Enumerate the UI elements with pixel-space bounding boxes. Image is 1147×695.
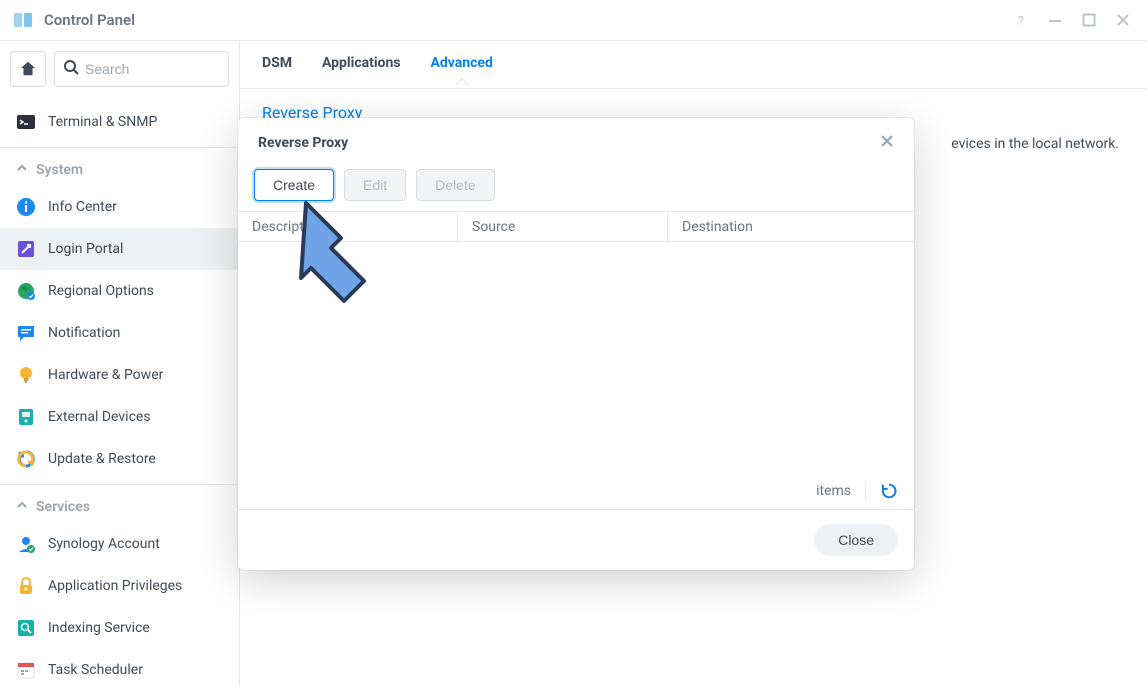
calendar-icon (16, 660, 36, 680)
delete-button[interactable]: Delete (416, 169, 494, 201)
portal-icon (16, 239, 36, 259)
sidebar-item-label: Task Scheduler (48, 662, 143, 678)
device-icon (16, 407, 36, 427)
svg-text:?: ? (1018, 13, 1024, 27)
update-icon (16, 449, 36, 469)
chat-icon (16, 323, 36, 343)
sidebar-item-hardware-power[interactable]: Hardware & Power (0, 354, 239, 396)
bulb-icon (16, 365, 36, 385)
search-input[interactable] (85, 61, 220, 77)
sidebar-item-synology-account[interactable]: Synology Account (0, 523, 239, 565)
sidebar-item-label: Synology Account (48, 536, 160, 552)
sidebar-item-regional-options[interactable]: Regional Options (0, 270, 239, 312)
index-icon (16, 618, 36, 638)
group-label: System (36, 162, 83, 178)
create-button[interactable]: Create (254, 169, 334, 201)
sidebar-item-label: Hardware & Power (48, 367, 163, 383)
tab-dsm[interactable]: DSM (262, 41, 292, 88)
refresh-icon[interactable] (880, 482, 898, 500)
home-button[interactable] (10, 51, 46, 87)
table-items-label: items (816, 483, 851, 499)
search-icon (63, 59, 79, 79)
dialog-close-icon[interactable] (880, 132, 894, 153)
sidebar-item-label: Application Privileges (48, 578, 182, 594)
minimize-icon[interactable] (1043, 8, 1067, 32)
account-icon (16, 534, 36, 554)
sidebar-item-application-privileges[interactable]: Application Privileges (0, 565, 239, 607)
chevron-up-icon (16, 499, 28, 515)
group-services-header[interactable]: Services (0, 489, 239, 523)
app-icon (12, 9, 34, 31)
window-titlebar: Control Panel ? (0, 0, 1147, 40)
close-button[interactable]: Close (814, 524, 898, 556)
sidebar-item-label: Login Portal (48, 241, 123, 257)
sidebar-item-label: Info Center (48, 199, 117, 215)
chevron-up-icon (16, 162, 28, 178)
search-input-wrap[interactable] (54, 51, 229, 87)
maximize-icon[interactable] (1077, 8, 1101, 32)
sidebar-item-label: Indexing Service (48, 620, 150, 636)
sidebar-item-label: Regional Options (48, 283, 154, 299)
sidebar-item-indexing-service[interactable]: Indexing Service (0, 607, 239, 649)
help-icon[interactable]: ? (1009, 8, 1033, 32)
sidebar-item-task-scheduler[interactable]: Task Scheduler (0, 649, 239, 691)
sidebar-item-update-restore[interactable]: Update & Restore (0, 438, 239, 480)
sidebar-item-notification[interactable]: Notification (0, 312, 239, 354)
sidebar-item-terminal-snmp[interactable]: Terminal & SNMP (0, 101, 239, 143)
column-header-source[interactable]: Source (458, 212, 668, 241)
close-icon[interactable] (1111, 8, 1135, 32)
sidebar-item-login-portal[interactable]: Login Portal (0, 228, 239, 270)
tab-advanced[interactable]: Advanced (431, 41, 493, 88)
column-header-description[interactable]: Description (238, 212, 458, 241)
sidebar-item-label: Update & Restore (48, 451, 156, 467)
sidebar-item-external-devices[interactable]: External Devices (0, 396, 239, 438)
sidebar-item-label: Terminal & SNMP (48, 114, 157, 130)
tabs: DSM Applications Advanced (240, 41, 1147, 89)
sidebar-item-info-center[interactable]: Info Center (0, 186, 239, 228)
column-header-destination[interactable]: Destination (668, 212, 914, 241)
reverse-proxy-dialog: Reverse Proxy Create Edit Delete Descrip… (238, 118, 914, 570)
sidebar-item-label: External Devices (48, 409, 151, 425)
group-label: Services (36, 499, 90, 515)
help-text: evices in the local network. (951, 136, 1119, 152)
info-icon (16, 197, 36, 217)
dialog-title: Reverse Proxy (258, 135, 348, 151)
globe-icon (16, 281, 36, 301)
sidebar: Terminal & SNMP System Info Center Login… (0, 41, 240, 687)
sidebar-item-label: Notification (48, 325, 120, 341)
edit-button[interactable]: Edit (344, 169, 406, 201)
terminal-icon (16, 112, 36, 132)
lock-icon (16, 576, 36, 596)
group-system-header[interactable]: System (0, 152, 239, 186)
window-title: Control Panel (44, 11, 135, 29)
tab-applications[interactable]: Applications (322, 41, 401, 88)
reverse-proxy-table: Description Source Destination items (238, 211, 914, 510)
